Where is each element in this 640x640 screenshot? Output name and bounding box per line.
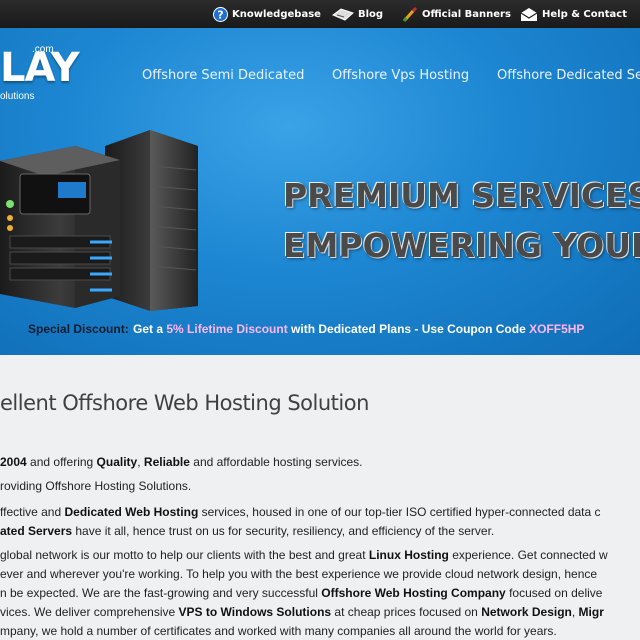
server-illustration	[0, 130, 198, 311]
hero-tagline-1: PREMIUM SERVICES	[283, 176, 640, 215]
coupon-code: XOFF5HP	[529, 322, 585, 336]
p8-b: at cheap prices focused on	[331, 605, 482, 619]
blog-label: Blog	[358, 8, 384, 20]
p8-migr: Migr	[578, 605, 604, 619]
knowledgebase-label: Knowledgebase	[232, 8, 321, 20]
paragraph-line-7: n be expected. We are the fast-growing a…	[0, 586, 602, 600]
p8-vps: VPS to Windows Solutions	[178, 605, 332, 619]
p8-a: vices. We deliver comprehensive	[0, 605, 179, 619]
p7-b: focused on delive	[505, 586, 603, 600]
nav-offshore-vps-hosting[interactable]: Offshore Vps Hosting	[332, 68, 469, 83]
paragraph-line-3: ffective and Dedicated Web Hosting servi…	[0, 505, 601, 519]
p3-a: ffective and	[0, 505, 65, 519]
p1-year: 2004	[0, 455, 27, 469]
knowledgebase-link[interactable]: ? Knowledgebase	[213, 6, 321, 22]
help-contact-label: Help & Contact	[542, 8, 627, 20]
discount-highlight: 5% Lifetime Discount	[166, 322, 288, 336]
svg-text:?: ?	[217, 8, 223, 21]
p3-b: services, housed in one of our top-tier …	[198, 505, 601, 519]
nav-offshore-semi-dedicated[interactable]: Offshore Semi Dedicated	[142, 68, 304, 83]
official-banners-label: Official Banners	[422, 8, 511, 20]
discount-text-c: with Dedicated Plans - Use Coupon Code	[287, 322, 530, 336]
p1-b: ,	[137, 455, 144, 469]
paragraph-line-2: roviding Offshore Hosting Solutions.	[0, 479, 192, 493]
p7-company: Offshore Web Hosting Company	[321, 586, 506, 600]
paragraph-line-8: vices. We deliver comprehensive VPS to W…	[0, 605, 604, 619]
blog-link[interactable]: Blog	[332, 6, 383, 22]
p8-c: ,	[571, 605, 579, 619]
help-contact-link[interactable]: Help & Contact	[520, 6, 627, 22]
main-content: ellent Offshore Web Hosting Solution 200…	[0, 355, 640, 640]
p1-reliable: Reliable	[143, 455, 190, 469]
p1-c: and affordable hosting services.	[189, 455, 363, 469]
paragraph-line-4: ated Servers have it all, hence trust on…	[0, 524, 494, 538]
blog-icon	[332, 7, 354, 22]
hero-header: .com LAY olutions Offshore Semi Dedicate…	[0, 28, 640, 355]
top-bar: ? Knowledgebase Blog Official Banners He…	[0, 0, 640, 28]
p3-dedicated: Dedicated Web Hosting	[64, 505, 199, 519]
p5-b: experience. Get connected w	[448, 548, 608, 562]
brush-icon	[403, 6, 418, 22]
p8-network: Network Design	[481, 605, 572, 619]
logo-text: LAY	[0, 45, 80, 91]
nav-offshore-dedicated[interactable]: Offshore Dedicated Se	[497, 68, 640, 83]
help-envelope-icon	[520, 7, 538, 22]
p7-a: n be expected. We are the fast-growing a…	[0, 586, 322, 600]
p1-a: and offering	[26, 455, 97, 469]
discount-text[interactable]: Get a 5% Lifetime Discount with Dedicate…	[133, 322, 584, 336]
discount-text-a: Get a	[133, 322, 167, 336]
p1-quality: Quality	[96, 455, 138, 469]
discount-label: Special Discount:	[28, 322, 129, 336]
p5-a: global network is our motto to help our …	[0, 548, 369, 562]
p5-linux: Linux Hosting	[368, 548, 449, 562]
p4-servers: ated Servers	[0, 524, 73, 538]
official-banners-link[interactable]: Official Banners	[403, 6, 511, 22]
paragraph-line-1: 2004 and offering Quality, Reliable and …	[0, 455, 363, 469]
paragraph-line-5: global network is our motto to help our …	[0, 548, 608, 562]
logo-subtitle: olutions	[0, 91, 35, 102]
site-logo[interactable]: .com LAY olutions	[0, 44, 80, 116]
question-icon: ?	[213, 6, 228, 22]
paragraph-line-6: ever and wherever you're working. To hel…	[0, 567, 598, 581]
page-heading: ellent Offshore Web Hosting Solution	[0, 391, 369, 415]
hero-tagline-2: EMPOWERING YOUR BUSIN	[283, 226, 640, 265]
paragraph-line-9: mpany, we hold a number of certificates …	[0, 624, 557, 638]
p4-a: have it all, hence trust on us for secur…	[72, 524, 495, 538]
